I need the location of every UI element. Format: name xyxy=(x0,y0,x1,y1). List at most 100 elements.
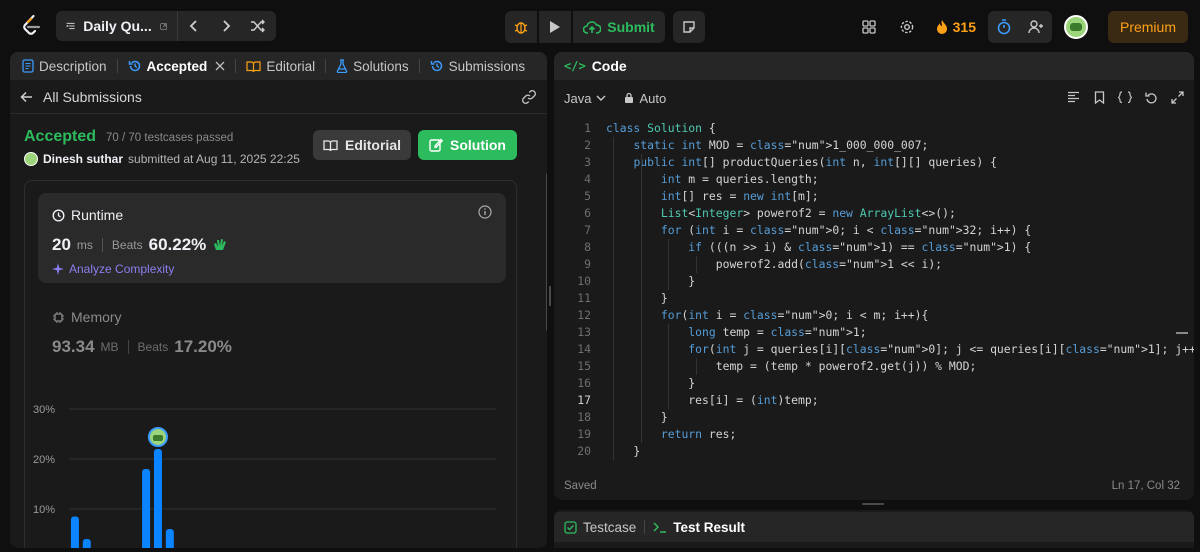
memory-unit: MB xyxy=(100,340,119,354)
code-line[interactable]: 5 int[] res = new int[m]; xyxy=(554,188,1194,205)
username[interactable]: Dinesh suthar xyxy=(43,152,123,166)
notes-button[interactable] xyxy=(673,11,705,43)
code-text: if (((n >> i) & class="num">1) == class=… xyxy=(688,240,1032,254)
tab-submissions[interactable]: Submissions xyxy=(424,52,532,80)
next-problem-button[interactable] xyxy=(210,11,242,41)
runtime-value: 20 xyxy=(52,235,71,254)
code-line[interactable]: 7 for (int i = class="num">0; i < class=… xyxy=(554,222,1194,239)
code-line[interactable]: 1 class Solution { xyxy=(554,120,1194,137)
editor-toolbar: Java Auto xyxy=(554,80,1194,116)
submission-header: Accepted 70 / 70 testcases passed Dinesh… xyxy=(24,128,300,166)
distribution-bar[interactable] xyxy=(165,529,174,548)
runtime-card[interactable]: Runtime 20 ms Beats 60.22% Analyze Compl… xyxy=(38,193,506,283)
add-user-icon xyxy=(1028,20,1043,34)
auto-mode-toggle[interactable]: Auto xyxy=(624,91,666,106)
timer-button[interactable] xyxy=(988,11,1020,43)
leetcode-logo[interactable] xyxy=(20,14,44,38)
add-collaborator-button[interactable] xyxy=(1020,11,1052,43)
line-number: 4 xyxy=(584,172,591,186)
all-submissions-link[interactable]: All Submissions xyxy=(10,80,547,114)
share-link-icon[interactable] xyxy=(521,89,537,105)
code-text: } xyxy=(606,444,641,458)
submit-label: Submit xyxy=(607,19,655,35)
line-number: 8 xyxy=(584,240,591,254)
code-line[interactable]: 11 } xyxy=(554,290,1194,307)
problem-list-button[interactable]: Daily Qu... xyxy=(56,11,178,41)
code-line[interactable]: 13 long temp = class="num">1; xyxy=(554,324,1194,341)
code-text: } xyxy=(606,410,668,424)
tab-accepted[interactable]: Accepted xyxy=(122,52,232,80)
divider xyxy=(127,340,129,354)
code-line[interactable]: 2 static int MOD = class="num">1_000_000… xyxy=(554,137,1194,154)
code-line[interactable]: 18 } xyxy=(554,409,1194,426)
indent-guide xyxy=(613,137,615,460)
avatar[interactable] xyxy=(1063,15,1088,39)
code-line[interactable]: 12 for(int i = class="num">0; i < m; i++… xyxy=(554,307,1194,324)
solution-button[interactable]: Solution xyxy=(418,130,517,160)
shuffle-icon xyxy=(251,19,265,33)
memory-card[interactable]: Memory 93.34 MB Beats 17.20% xyxy=(52,309,232,357)
analyze-complexity-link[interactable]: Analyze Complexity xyxy=(52,262,174,276)
code-text: } xyxy=(606,274,696,288)
code-line[interactable]: 20 } xyxy=(554,443,1194,460)
language-select[interactable]: Java xyxy=(564,91,606,106)
distribution-bar[interactable] xyxy=(142,469,151,548)
user-avatar[interactable] xyxy=(24,152,38,166)
code-line[interactable]: 9 powerof2.add(class="num">1 << i); xyxy=(554,256,1194,273)
code-editor[interactable]: 1 class Solution {2 static int MOD = clas… xyxy=(554,120,1194,460)
distribution-bar[interactable] xyxy=(82,539,91,548)
code-line[interactable]: 8 if (((n >> i) & class="num">1) == clas… xyxy=(554,239,1194,256)
bookmark-button[interactable] xyxy=(1090,88,1108,106)
reset-code-button[interactable] xyxy=(1142,88,1160,106)
editorial-button-label: Editorial xyxy=(344,137,401,153)
editorial-button[interactable]: Editorial xyxy=(313,130,411,160)
premium-button[interactable]: Premium xyxy=(1107,11,1188,43)
line-number: 11 xyxy=(577,291,591,305)
left-tab-bar: Description Accepted Editorial Solutions… xyxy=(10,52,547,80)
format-button[interactable] xyxy=(1064,88,1082,106)
tab-description[interactable]: Description xyxy=(16,52,113,80)
code-line[interactable]: 4 int m = queries.length; xyxy=(554,171,1194,188)
code-line[interactable]: 6 List<Integer> powerof2 = new ArrayList… xyxy=(554,205,1194,222)
tab-solutions[interactable]: Solutions xyxy=(330,52,415,80)
tab-editorial[interactable]: Editorial xyxy=(240,52,321,80)
code-line[interactable]: 3 public int[] productQueries(int n, int… xyxy=(554,154,1194,171)
runtime-distribution-chart[interactable]: 30% 20% 10% xyxy=(25,396,518,548)
code-line[interactable]: 10 } xyxy=(554,273,1194,290)
y-tick-label: 30% xyxy=(33,404,55,416)
code-text: class Solution { xyxy=(606,121,716,135)
layout-button[interactable] xyxy=(853,11,885,43)
code-line[interactable]: 14 for(int j = queries[i][class="num">0]… xyxy=(554,341,1194,358)
code-line[interactable]: 19 return res; xyxy=(554,426,1194,443)
code-line[interactable]: 17 res[i] = (int)temp; xyxy=(554,392,1194,409)
debug-button[interactable] xyxy=(505,11,537,43)
code-text: public int[] productQueries(int n, int[]… xyxy=(633,155,997,169)
code-line[interactable]: 15 temp = (temp * powerof2.get(j)) % MOD… xyxy=(554,358,1194,375)
external-link-icon[interactable] xyxy=(160,21,167,32)
divider xyxy=(101,238,103,252)
arrow-left-icon xyxy=(20,91,32,102)
code-text: temp = (temp * powerof2.get(j)) % MOD; xyxy=(606,359,977,373)
bottom-resize-handle[interactable] xyxy=(862,503,884,505)
info-icon[interactable] xyxy=(478,205,492,219)
tab-test-result[interactable]: Test Result xyxy=(653,520,745,535)
prev-problem-button[interactable] xyxy=(178,11,210,41)
run-button[interactable] xyxy=(539,11,571,43)
random-problem-button[interactable] xyxy=(242,11,274,41)
submit-button[interactable]: Submit xyxy=(573,11,665,43)
streak-counter[interactable]: 315 xyxy=(929,11,982,43)
save-status: Saved xyxy=(564,480,597,492)
settings-button[interactable] xyxy=(891,11,923,43)
testcases-passed: 70 / 70 testcases passed xyxy=(106,132,234,144)
fullscreen-button[interactable] xyxy=(1168,88,1186,106)
tab-divider xyxy=(116,59,118,73)
braces-button[interactable] xyxy=(1116,88,1134,106)
distribution-bar[interactable] xyxy=(153,449,162,548)
distribution-bar[interactable] xyxy=(70,516,79,549)
close-icon[interactable] xyxy=(215,61,225,71)
tab-testcase[interactable]: Testcase xyxy=(564,520,636,535)
scrollbar[interactable] xyxy=(546,172,547,332)
panel-resize-handle[interactable] xyxy=(549,286,551,306)
code-line[interactable]: 16 } xyxy=(554,375,1194,392)
top-bar: Daily Qu... Submit 315 Premium xyxy=(0,0,1200,52)
